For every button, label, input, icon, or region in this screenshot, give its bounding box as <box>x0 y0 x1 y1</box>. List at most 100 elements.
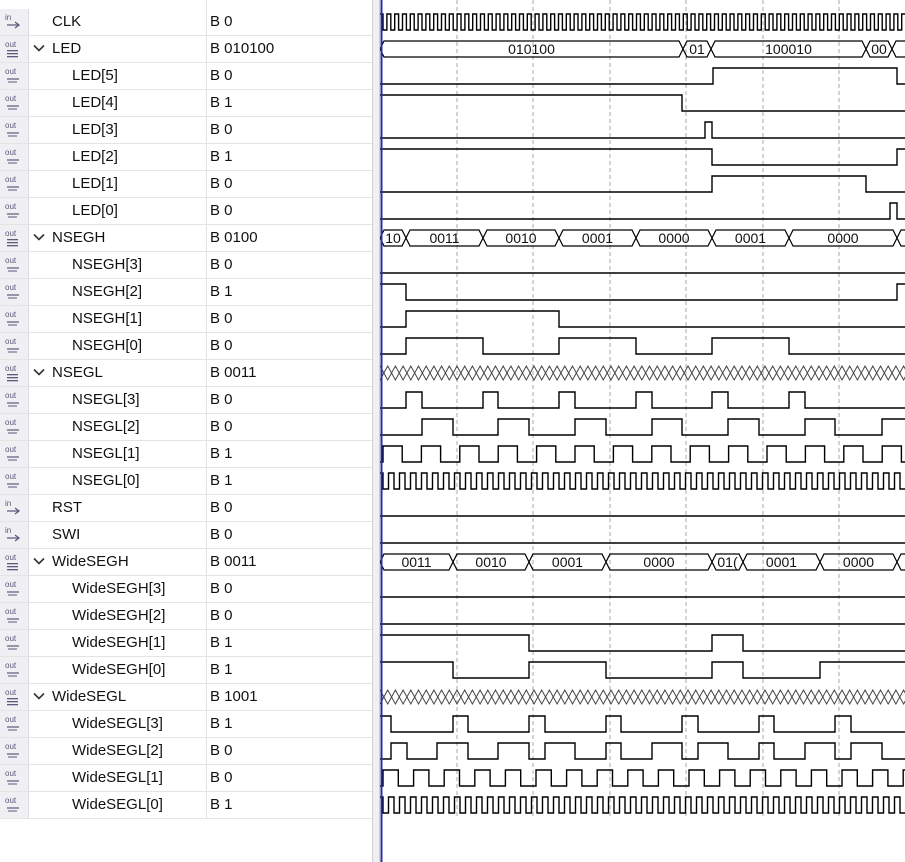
chevron-down-icon[interactable] <box>33 689 45 706</box>
output-port-icon: out <box>0 171 29 197</box>
waveform <box>380 310 905 328</box>
signal-value: B 1 <box>210 634 233 651</box>
signal-row[interactable]: out WideSEGH B 0011 <box>0 549 372 576</box>
signal-row[interactable]: out LED[2] B 1 <box>0 144 372 171</box>
svg-text:out: out <box>5 364 17 373</box>
chevron-down-icon[interactable] <box>33 41 45 58</box>
signal-row[interactable]: out WideSEGH[0] B 1 <box>0 657 372 684</box>
signal-row[interactable]: in CLK B 0 <box>0 9 372 36</box>
waveform <box>380 121 905 139</box>
bus-value-label: 00 <box>871 41 887 57</box>
bus-value-label: 0010 <box>505 230 536 246</box>
signal-row[interactable]: out NSEGH B 0100 <box>0 225 372 252</box>
signal-row[interactable]: out LED[0] B 0 <box>0 198 372 225</box>
signal-value: B 0011 <box>210 553 257 570</box>
svg-text:out: out <box>5 391 17 400</box>
svg-text:out: out <box>5 553 17 562</box>
waveform <box>380 634 905 652</box>
bus-value-label: 01 <box>689 41 705 57</box>
signal-row[interactable]: out LED[1] B 0 <box>0 171 372 198</box>
signal-name: LED[2] <box>72 148 118 165</box>
signal-name: NSEGH[2] <box>72 283 143 300</box>
signal-value: B 0011 <box>210 364 257 381</box>
signal-name: NSEGL[1] <box>72 445 140 462</box>
signal-row[interactable]: out NSEGL B 0011 <box>0 360 372 387</box>
signal-row[interactable]: in SWI B 0 <box>0 522 372 549</box>
signal-name: LED[4] <box>72 94 118 111</box>
bus-value-label: 0001 <box>735 230 766 246</box>
signal-row[interactable]: out WideSEGH[3] B 0 <box>0 576 372 603</box>
waveform <box>380 472 905 490</box>
signal-row[interactable]: out LED B 010100 <box>0 36 372 63</box>
svg-text:out: out <box>5 742 17 751</box>
bus-value-label: 0001 <box>552 554 583 570</box>
signal-list: in CLK B 0 out LED B 010100 out LED[5] B 0 out LED… <box>0 0 372 862</box>
waveform-canvas[interactable]: 010100 01 100010 0010 0011 0010 0001 0000 0001 00… <box>380 0 905 862</box>
signal-row[interactable]: out WideSEGL[1] B 0 <box>0 765 372 792</box>
waveform-pane[interactable]: 010100 01 100010 00 10 0011 0010 0001 0000 0001 00… <box>380 0 905 862</box>
bus-value-label: 0001 <box>582 230 613 246</box>
waveform <box>380 283 905 301</box>
pane-splitter[interactable] <box>372 0 380 862</box>
signal-name: CLK <box>52 13 82 30</box>
signal-name: WideSEGL <box>52 688 127 705</box>
waveform <box>380 769 905 787</box>
output-bus-icon: out <box>0 360 29 386</box>
signal-row[interactable]: out NSEGH[3] B 0 <box>0 252 372 279</box>
bus-value-label: 100010 <box>765 41 812 57</box>
svg-text:in: in <box>5 13 11 22</box>
output-port-icon: out <box>0 630 29 656</box>
signal-row[interactable]: out NSEGH[2] B 1 <box>0 279 372 306</box>
signal-row[interactable]: out NSEGL[3] B 0 <box>0 387 372 414</box>
signal-row[interactable]: out WideSEGH[2] B 0 <box>0 603 372 630</box>
output-bus-icon: out <box>0 549 29 575</box>
signal-row[interactable]: out NSEGL[0] B 1 <box>0 468 372 495</box>
chevron-down-icon[interactable] <box>33 365 45 382</box>
signal-name: WideSEGH <box>52 553 129 570</box>
waveform <box>380 94 905 112</box>
svg-text:out: out <box>5 418 17 427</box>
input-port-icon: in <box>0 495 29 521</box>
signal-row[interactable]: out NSEGL[2] B 0 <box>0 414 372 441</box>
chevron-down-icon[interactable] <box>33 554 45 571</box>
signal-row[interactable]: out NSEGL[1] B 1 <box>0 441 372 468</box>
signal-value: B 1 <box>210 148 233 165</box>
output-port-icon: out <box>0 765 29 791</box>
signal-row[interactable]: out NSEGH[0] B 0 <box>0 333 372 360</box>
waveform <box>380 796 905 814</box>
bus-value-label: 0011 <box>401 554 431 570</box>
signal-name: LED[3] <box>72 121 118 138</box>
column-divider[interactable] <box>206 0 207 818</box>
signal-row[interactable]: out WideSEGL[0] B 1 <box>0 792 372 819</box>
svg-text:out: out <box>5 283 17 292</box>
output-port-icon: out <box>0 576 29 602</box>
output-port-icon: out <box>0 657 29 683</box>
output-port-icon: out <box>0 387 29 413</box>
svg-text:out: out <box>5 634 17 643</box>
output-bus-icon: out <box>0 684 29 710</box>
signal-value: B 1 <box>210 661 233 678</box>
signal-row[interactable]: out WideSEGL[3] B 1 <box>0 711 372 738</box>
waveform <box>380 391 905 409</box>
signal-name: WideSEGL[1] <box>72 769 163 786</box>
svg-text:out: out <box>5 337 17 346</box>
signal-row[interactable]: out WideSEGH[1] B 1 <box>0 630 372 657</box>
chevron-down-icon[interactable] <box>33 230 45 247</box>
waveform <box>380 661 905 679</box>
svg-text:out: out <box>5 121 17 130</box>
signal-value: B 0 <box>210 337 233 354</box>
svg-text:out: out <box>5 769 17 778</box>
signal-row[interactable]: out LED[3] B 0 <box>0 117 372 144</box>
signal-row[interactable]: out LED[4] B 1 <box>0 90 372 117</box>
bus-value-label: 10 <box>385 230 401 246</box>
signal-value: B 0 <box>210 607 233 624</box>
signal-value: B 0 <box>210 13 233 30</box>
signal-row[interactable]: out NSEGH[1] B 0 <box>0 306 372 333</box>
signal-row[interactable]: out LED[5] B 0 <box>0 63 372 90</box>
signal-value: B 010100 <box>210 40 275 57</box>
output-port-icon: out <box>0 306 29 332</box>
signal-row[interactable]: in RST B 0 <box>0 495 372 522</box>
signal-name: SWI <box>52 526 81 543</box>
signal-row[interactable]: out WideSEGL B 1001 <box>0 684 372 711</box>
signal-row[interactable]: out WideSEGL[2] B 0 <box>0 738 372 765</box>
